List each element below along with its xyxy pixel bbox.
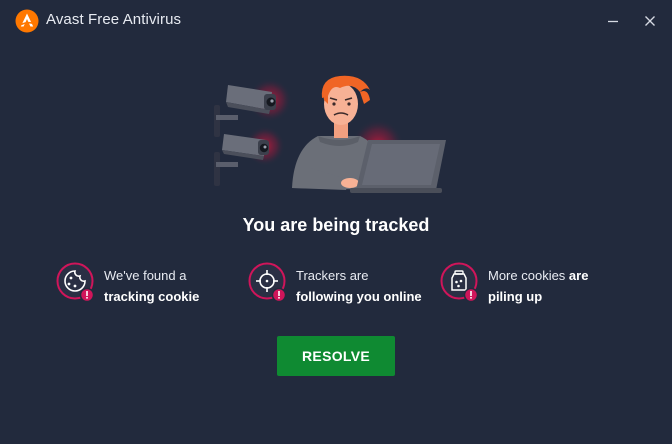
feature-line2: piling up <box>488 289 543 304</box>
feature-line1: We've found a <box>104 268 187 283</box>
feature-tracking-cookie: We've found a tracking cookie <box>56 262 226 306</box>
feature-cookies-piling: More cookies are piling up <box>440 262 630 306</box>
close-button[interactable] <box>636 8 664 34</box>
resolve-button[interactable]: RESOLVE <box>277 336 395 376</box>
feature-text: We've found a tracking cookie <box>104 265 199 307</box>
feature-trackers-following: Trackers are following you online <box>248 262 438 306</box>
tracking-illustration <box>214 75 446 193</box>
cookie-icon <box>56 262 95 303</box>
feature-text: Trackers are following you online <box>296 265 422 307</box>
app-title: Avast Free Antivirus <box>46 11 182 28</box>
feature-line2: following you online <box>296 289 422 304</box>
avast-logo-icon <box>15 9 39 33</box>
feature-line2: tracking cookie <box>104 289 200 304</box>
feature-line1: Trackers are <box>296 268 369 283</box>
crosshair-icon <box>248 262 287 303</box>
feature-line1: More cookies <box>488 268 569 283</box>
close-icon <box>645 16 655 26</box>
page-title: You are being tracked <box>242 215 430 235</box>
cookie-jar-icon <box>440 262 479 303</box>
feature-text: More cookies are piling up <box>488 265 588 307</box>
title-bar: Avast Free Antivirus <box>0 0 672 42</box>
minimize-button[interactable] <box>599 8 627 34</box>
minimize-icon <box>608 20 618 23</box>
feature-line1-bold: are <box>568 268 589 283</box>
